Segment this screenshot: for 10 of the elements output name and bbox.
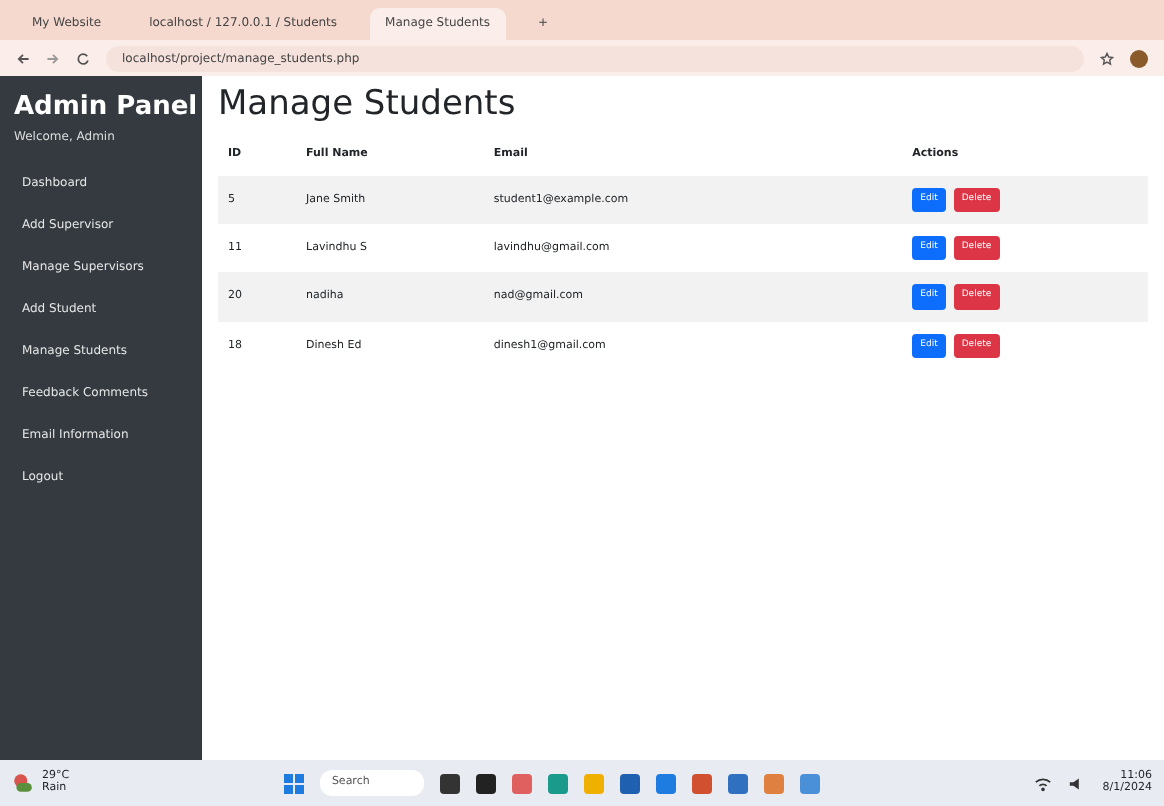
reload-icon[interactable]	[76, 51, 90, 65]
star-icon[interactable]	[1100, 51, 1114, 65]
forward-icon[interactable]	[46, 51, 60, 65]
page-title: Manage Students	[218, 84, 518, 125]
app-icon[interactable]	[439, 773, 460, 793]
back-icon[interactable]	[16, 51, 30, 65]
app-icon[interactable]	[475, 773, 496, 793]
profile-icon[interactable]	[1130, 49, 1148, 67]
start-icon[interactable]	[283, 773, 304, 793]
wifi-icon[interactable]	[1034, 775, 1053, 791]
